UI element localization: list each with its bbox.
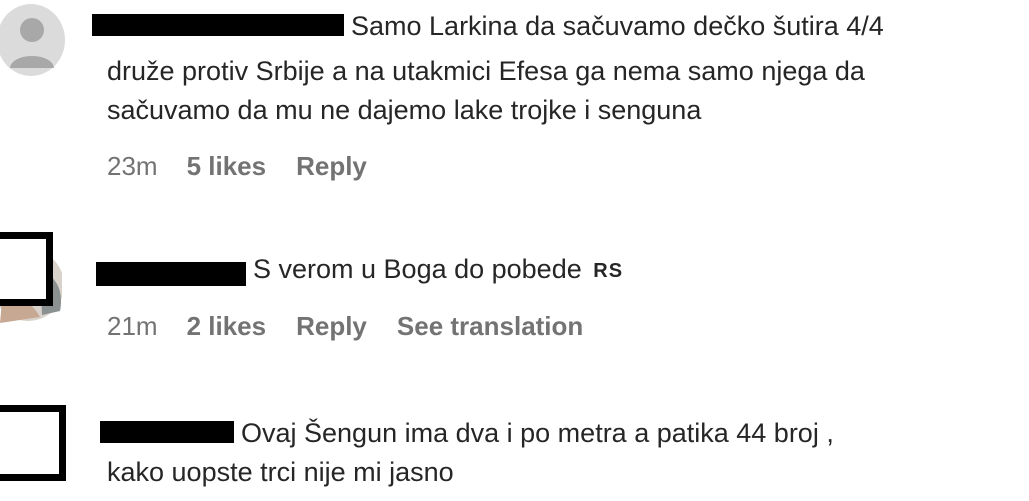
comment-text-line: Ovaj Šengun ima dva i po metra a patika … xyxy=(241,418,834,448)
username-redaction[interactable] xyxy=(100,421,234,443)
comment-text-line: kako uopste trci nije mi jasno xyxy=(107,457,454,487)
comments-thread: Samo Larkina da sačuvamo dečko šutira 4/… xyxy=(0,0,1029,501)
avatar-redaction xyxy=(0,405,66,481)
comment: Ovaj Šengun ima dva i po metra a patika … xyxy=(0,0,1029,501)
